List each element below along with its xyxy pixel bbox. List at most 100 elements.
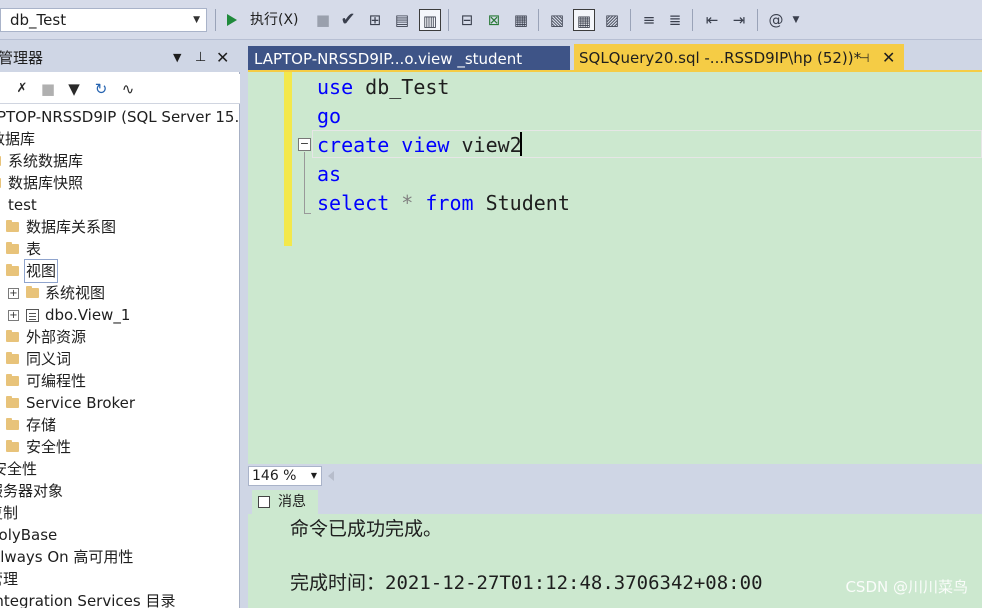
close-icon[interactable]: ✕ (216, 44, 229, 72)
client-stats-icon[interactable]: ▦ (510, 9, 532, 31)
tree-node-security[interactable]: 安全性 (0, 458, 37, 480)
completion-time-line: 完成时间：2021-12-27T01:12:48.3706342+08:00 (290, 568, 763, 595)
tab-messages[interactable]: 消息 (252, 490, 318, 514)
tree-node-label: Service Broker (26, 394, 136, 412)
results-to-file-icon[interactable]: ▧ (546, 9, 568, 31)
refresh-icon[interactable]: ↻ (91, 79, 111, 99)
close-icon[interactable]: ✕ (882, 44, 895, 72)
query-plan-icon[interactable]: ⊞ (364, 9, 386, 31)
folder-icon (0, 156, 1, 166)
tab-label: SQLQuery20.sql -...RSSD9IP\hp (52))* (579, 49, 862, 67)
stop-icon[interactable]: ■ (38, 79, 58, 99)
tree-node-label: test (8, 196, 37, 214)
tree-node-always-on[interactable]: Always On 高可用性 (0, 546, 133, 568)
tree-node-label: 数据库 (0, 130, 36, 148)
folder-icon (6, 440, 19, 452)
expand-icon[interactable]: + (8, 310, 19, 321)
keyword: create (317, 133, 390, 157)
tree-node-label: 可编程性 (26, 372, 87, 390)
tab-view-student[interactable]: LAPTOP-NRSSD9IP...o.view _student (248, 46, 570, 72)
uncomment-lines-icon[interactable]: ≣ (664, 9, 686, 31)
expand-icon[interactable]: + (8, 288, 19, 299)
disconnect-icon[interactable]: ✗ (12, 79, 32, 99)
include-plan-icon[interactable]: ⊠ (483, 9, 505, 31)
parse-check-icon[interactable]: ✔ (337, 9, 359, 31)
watermark: CSDN @川川菜鸟 (845, 578, 968, 596)
tree-node-label: 安全性 (0, 460, 38, 478)
results-grid-icon[interactable]: ▤ (391, 9, 413, 31)
line-gutter (248, 72, 284, 464)
identifier: Student (473, 191, 570, 215)
panel-menu-icon[interactable]: ▼ (173, 44, 181, 72)
change-tracking-bar (284, 72, 292, 246)
collapse-icon[interactable]: − (298, 138, 311, 151)
object-explorer-toolbar: ✗ ■ ▼ ↻ ∿ (0, 74, 240, 104)
results-tabs: 消息 (248, 488, 982, 514)
execute-label: 执行(X) (250, 12, 299, 28)
toolbar-separator (757, 9, 758, 31)
folder-icon (6, 242, 19, 254)
pin-icon[interactable]: ⊥ (195, 44, 206, 72)
tree-node-label: 存储 (26, 416, 57, 434)
tree-node-label: 管理 (0, 570, 19, 588)
tree-node-server[interactable]: LAPTOP-NRSSD9IP (SQL Server 15.0.2000.5 … (0, 106, 239, 128)
increase-indent-icon[interactable]: ⇥ (728, 9, 750, 31)
activity-monitor-icon[interactable]: ∿ (118, 79, 138, 99)
tree-node-label: 复制 (0, 504, 19, 522)
keyword: as (317, 162, 342, 186)
stop-icon[interactable]: ■ (312, 9, 334, 31)
tree-node-integration-services[interactable]: Integration Services 目录 (0, 590, 175, 608)
filter-icon[interactable]: ▼ (64, 79, 84, 99)
toolbar-separator (215, 9, 216, 31)
specify-template-values-icon[interactable]: @ (765, 9, 787, 31)
object-explorer-title: 资源管理器 (0, 49, 44, 67)
keyword: view (401, 133, 450, 157)
tree-node-test-database[interactable]: test (8, 194, 37, 216)
query-editor[interactable]: − use db_Test go create view view2 as se… (248, 72, 982, 464)
toolbar-separator (538, 9, 539, 31)
folder-icon (6, 330, 19, 342)
code-line-3: create view view2 (317, 131, 522, 160)
tree-node-server-objects[interactable]: 服务器对象 (0, 480, 63, 502)
completion-time: 2021-12-27T01:12:48.3706342+08:00 (385, 572, 763, 594)
results-to-grid-icon[interactable]: ▦ (573, 9, 595, 31)
execute-button[interactable]: 执行(X) (224, 8, 306, 32)
play-icon (227, 14, 237, 26)
comment-lines-icon[interactable]: ≡ (638, 9, 660, 31)
tree-node-management[interactable]: 管理 (0, 568, 18, 590)
scroll-left-icon[interactable] (328, 471, 334, 481)
display-plan-icon[interactable]: ⊟ (456, 9, 478, 31)
text-caret (520, 132, 522, 156)
completion-label: 完成时间： (290, 572, 386, 594)
tree-node-label: 安全性 (26, 438, 72, 456)
results-to-text-icon[interactable]: ▥ (419, 9, 441, 31)
tree-node-views[interactable]: 视图 (6, 259, 60, 283)
tree-node-polybase[interactable]: PolyBase (0, 524, 57, 546)
results-pane-icon[interactable]: ▨ (601, 9, 623, 31)
tab-sqlquery20[interactable]: SQLQuery20.sql -...RSSD9IP\hp (52))* ⊣ ✕ (574, 44, 904, 72)
toolbar-overflow-icon[interactable]: ▼ (790, 9, 802, 31)
folder-icon (6, 352, 19, 364)
results-pane: 消息 命令已成功完成。 完成时间：2021-12-27T01:12:48.370… (248, 488, 982, 608)
document-tabs: LAPTOP-NRSSD9IP...o.view _student SQLQue… (248, 44, 982, 72)
tree-node-label: 系统数据库 (8, 152, 84, 170)
tree-node-replication[interactable]: 复制 (0, 502, 18, 524)
identifier: db_Test (353, 75, 450, 99)
database-selector[interactable]: db_Test ▼ (0, 8, 207, 32)
decrease-indent-icon[interactable]: ⇤ (701, 9, 723, 31)
folder-icon (6, 396, 19, 408)
object-explorer: 资源管理器 ▼ ⊥ ✕ ✗ ■ ▼ ↻ ∿ LAPTOP-NRSSD9IP (S… (0, 44, 240, 608)
code-line-4: as (317, 160, 341, 189)
tree-node-label: Always On 高可用性 (0, 548, 134, 566)
message-icon (258, 496, 270, 508)
keyword: select (317, 191, 390, 215)
code-line-5: select * from Student (317, 189, 570, 218)
tree-node-databases[interactable]: 数据库 (0, 128, 35, 150)
tree-node-label: LAPTOP-NRSSD9IP (SQL Server 15.0.2000.5 … (0, 108, 239, 126)
zoom-selector[interactable]: 146 % ▼ (248, 466, 322, 486)
identifier: view2 (449, 133, 522, 157)
pin-icon[interactable]: ⊣ (859, 44, 869, 72)
database-selector-value: db_Test (10, 11, 67, 29)
operator: * (389, 191, 426, 215)
fold-guide-end (304, 213, 311, 214)
